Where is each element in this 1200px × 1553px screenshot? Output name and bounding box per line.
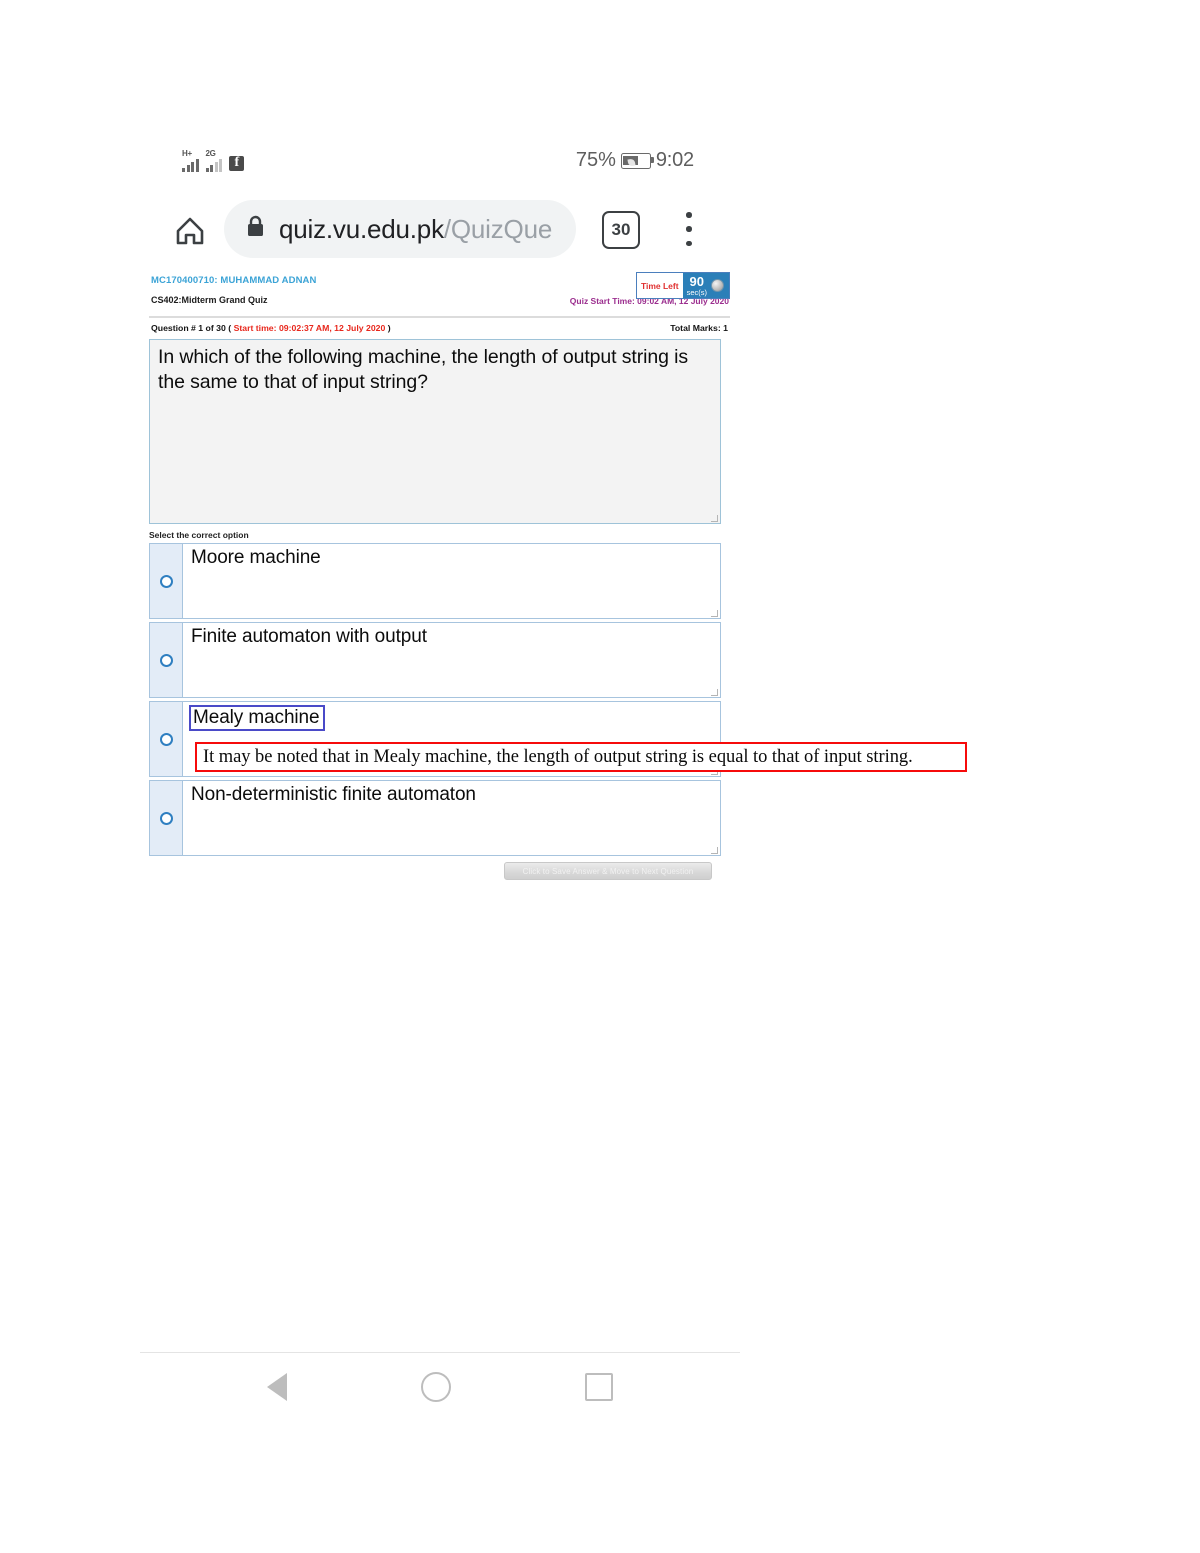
signal-indicator-1: H+ — [182, 150, 199, 172]
question-text-box: In which of the following machine, the l… — [149, 339, 721, 524]
options-list: Moore machine Finite automaton with outp… — [149, 543, 721, 856]
signal-bars-icon-1 — [182, 158, 199, 172]
back-triangle-icon[interactable] — [267, 1372, 287, 1401]
radio-button-option-4[interactable] — [159, 811, 173, 825]
course-title: CS402:Midterm Grand Quiz — [151, 295, 268, 305]
battery-percent-label: 75% — [575, 149, 616, 171]
phone-screenshot: H+ 2G 75% 9:02 — [140, 140, 740, 1420]
option-label-4: Non-deterministic finite automaton — [191, 784, 476, 805]
annotation-callout: It may be noted that in Mealy machine, t… — [195, 742, 967, 772]
network-type-label-2: 2G — [205, 149, 216, 158]
quiz-header: MC170400710: MUHAMMAD ADNAN CS402:Midter… — [149, 272, 730, 318]
option-label-3: Mealy machine — [189, 705, 326, 732]
url-bar[interactable]: quiz.vu.edu.pk/QuizQue — [224, 200, 576, 258]
option-text-cell-1[interactable]: Moore machine — [182, 543, 721, 619]
overflow-menu-icon[interactable] — [674, 210, 704, 248]
url-path: /QuizQue — [443, 213, 553, 244]
url-domain: quiz.vu.edu.pk — [279, 213, 444, 244]
radio-button-option-2[interactable] — [159, 653, 173, 667]
android-nav-bar — [140, 1352, 740, 1420]
question-number-suffix: ) — [385, 323, 391, 333]
recents-square-icon[interactable] — [585, 1372, 613, 1401]
option-radio-cell-1[interactable] — [149, 543, 182, 619]
signal-indicator-2: 2G — [205, 149, 222, 172]
total-marks-label: Total Marks: 1 — [670, 323, 728, 333]
annotation-text: It may be noted that in Mealy machine, t… — [203, 746, 913, 767]
option-row-4[interactable]: Non-deterministic finite automaton — [149, 780, 721, 856]
option-radio-cell-2[interactable] — [149, 622, 182, 698]
question-start-time: Start time: 09:02:37 AM, 12 July 2020 — [233, 323, 386, 333]
option-radio-cell-4[interactable] — [149, 780, 182, 856]
tab-counter-label: 30 — [611, 220, 631, 239]
battery-icon — [620, 152, 654, 169]
time-left-unit: sec(s) — [686, 287, 707, 297]
home-circle-icon[interactable] — [421, 1371, 451, 1402]
network-type-label-1: H+ — [182, 149, 192, 158]
time-left-readout: 90 sec(s) — [687, 275, 707, 297]
lock-icon — [246, 215, 265, 243]
select-option-label: Select the correct option — [149, 530, 249, 540]
status-bar-right: 75% 9:02 — [576, 149, 694, 172]
option-row-2[interactable]: Finite automaton with output — [149, 622, 721, 698]
status-clock: 9:02 — [655, 149, 694, 171]
resize-handle-icon — [711, 847, 718, 854]
radio-button-option-1[interactable] — [159, 574, 173, 588]
resize-handle-icon — [711, 515, 718, 522]
clock-icon — [711, 279, 724, 292]
question-text: In which of the following machine, the l… — [158, 346, 689, 393]
signal-bars-icon-2 — [205, 158, 222, 172]
status-bar-left: H+ 2G — [182, 150, 244, 172]
browser-toolbar: quiz.vu.edu.pk/QuizQue 30 — [140, 188, 740, 273]
status-bar: H+ 2G 75% 9:02 — [140, 140, 740, 188]
question-meta-row: Question # 1 of 30 ( Start time: 09:02:3… — [149, 323, 730, 337]
time-left-value-box: 90 sec(s) — [682, 273, 729, 298]
save-answer-button[interactable]: Click to Save Answer & Move to Next Ques… — [504, 862, 712, 880]
time-left-seconds: 90 — [689, 273, 705, 289]
radio-button-option-3[interactable] — [159, 732, 173, 746]
student-id-name: MC170400710: MUHAMMAD ADNAN — [151, 275, 317, 286]
tab-counter-button[interactable]: 30 — [602, 211, 640, 249]
quiz-page: MC170400710: MUHAMMAD ADNAN CS402:Midter… — [140, 272, 740, 880]
resize-handle-icon — [711, 689, 718, 696]
question-number-prefix: Question # 1 of 30 ( — [151, 323, 234, 333]
resize-handle-icon — [711, 610, 718, 617]
question-number: Question # 1 of 30 ( Start time: 09:02:3… — [151, 323, 391, 333]
option-text-cell-2[interactable]: Finite automaton with output — [182, 622, 721, 698]
url-text: quiz.vu.edu.pk/QuizQue — [279, 214, 552, 245]
option-label-1: Moore machine — [191, 547, 321, 568]
home-icon[interactable] — [168, 208, 212, 252]
option-label-2: Finite automaton with output — [191, 626, 427, 647]
option-radio-cell-3[interactable] — [149, 701, 182, 777]
time-left-label: Time Left — [636, 273, 683, 298]
option-text-cell-4[interactable]: Non-deterministic finite automaton — [182, 780, 721, 856]
facebook-icon — [229, 155, 244, 171]
time-left-widget: Time Left 90 sec(s) — [635, 272, 730, 299]
option-row-1[interactable]: Moore machine — [149, 543, 721, 619]
